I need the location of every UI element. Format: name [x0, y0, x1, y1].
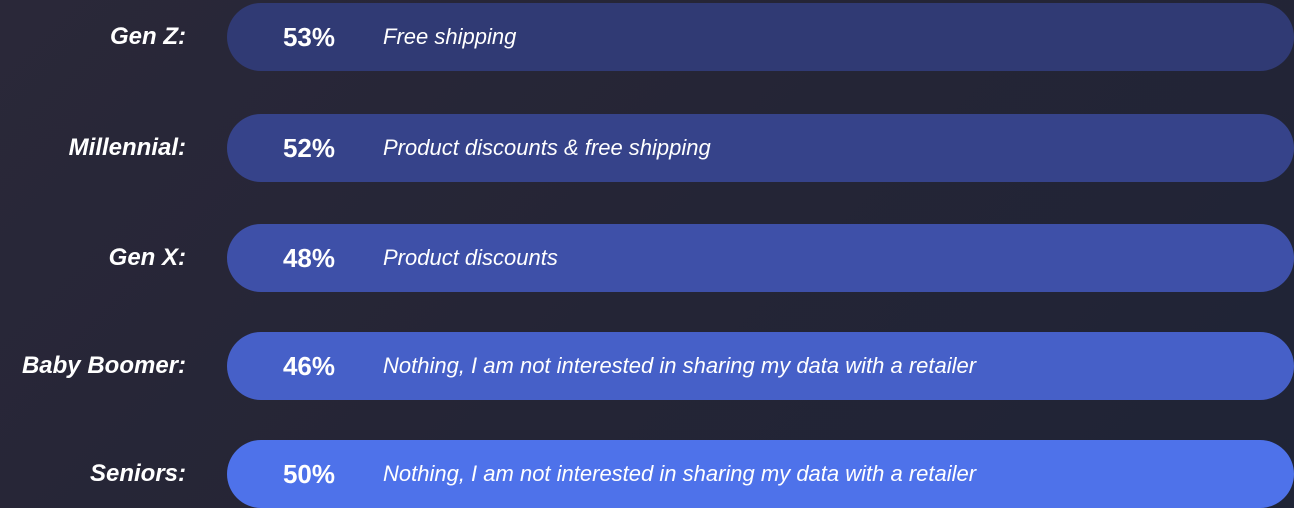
chart-row-gen-x: Gen X: 48% Product discounts	[0, 224, 1294, 292]
answer-pill: 50% Nothing, I am not interested in shar…	[227, 440, 1294, 508]
generation-answer-chart: Gen Z: 53% Free shipping Millennial: 52%…	[0, 0, 1294, 508]
percentage-value: 48%	[282, 243, 336, 273]
percentage-value: 50%	[282, 459, 336, 489]
generation-label: Gen X:	[108, 244, 186, 271]
generation-label: Seniors:	[89, 460, 186, 487]
chart-row-gen-z: Gen Z: 53% Free shipping	[0, 3, 1294, 71]
top-answer-text: Nothing, I am not interested in sharing …	[383, 461, 977, 486]
generation-label: Millennial:	[68, 134, 186, 161]
generation-label: Gen Z:	[110, 23, 186, 50]
percentage-value: 46%	[282, 351, 336, 381]
top-answer-text: Free shipping	[383, 24, 517, 49]
top-answer-text: Nothing, I am not interested in sharing …	[383, 353, 977, 378]
chart-row-baby-boomer: Baby Boomer: 46% Nothing, I am not inter…	[0, 332, 1294, 400]
percentage-value: 52%	[282, 133, 336, 163]
top-answer-text: Product discounts	[383, 245, 558, 270]
chart-row-seniors: Seniors: 50% Nothing, I am not intereste…	[0, 440, 1294, 508]
answer-pill: 52% Product discounts & free shipping	[227, 114, 1294, 182]
chart-row-millennial: Millennial: 52% Product discounts & free…	[0, 114, 1294, 182]
top-answer-text: Product discounts & free shipping	[383, 135, 711, 160]
generation-label: Baby Boomer:	[21, 352, 186, 379]
percentage-value: 53%	[282, 22, 336, 52]
answer-pill: 46% Nothing, I am not interested in shar…	[227, 332, 1294, 400]
answer-pill: 53% Free shipping	[227, 3, 1294, 71]
answer-pill: 48% Product discounts	[227, 224, 1294, 292]
